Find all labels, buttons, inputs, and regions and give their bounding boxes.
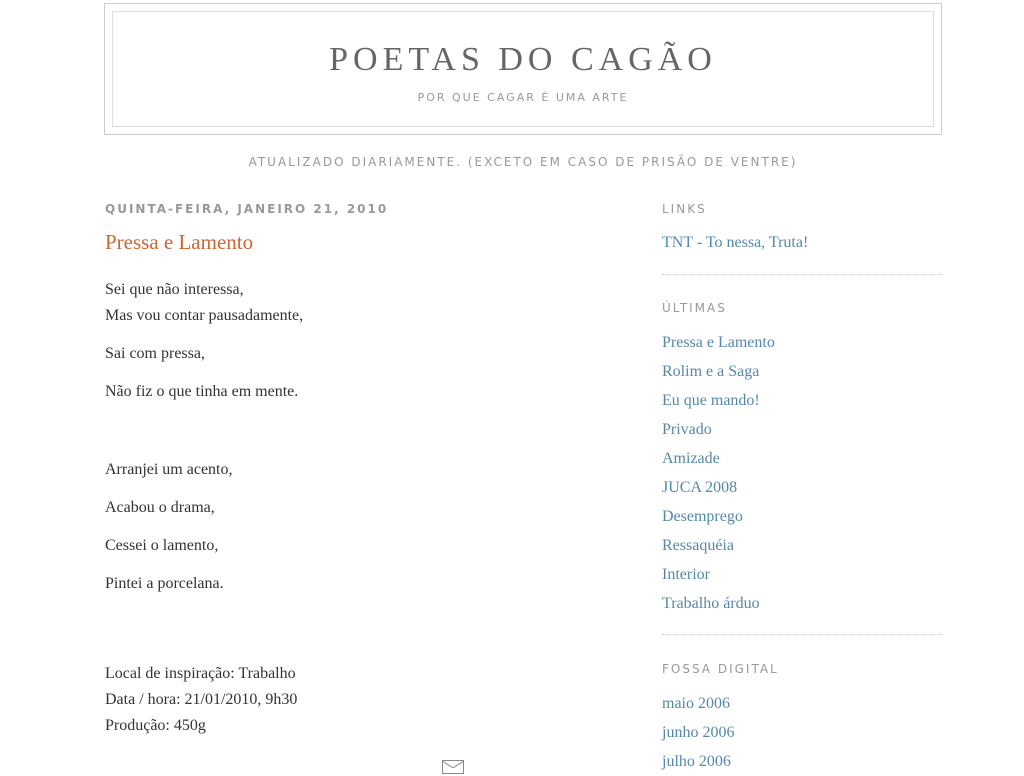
recent-post-item[interactable]: Trabalho árduo — [662, 589, 942, 618]
recent-post-link[interactable]: Rolim e a Saga — [662, 363, 759, 380]
archive-link[interactable]: maio 2006 — [662, 695, 730, 712]
recent-post-link[interactable]: Desemprego — [662, 508, 743, 525]
recent-post-item[interactable]: Privado — [662, 415, 942, 444]
post-line: Data / hora: 21/01/2010, 9h30 — [105, 691, 298, 708]
post-line: Pintei a porcelana. — [105, 575, 224, 592]
post-line: Produção: 450g — [105, 717, 206, 734]
blog-subtitle: POR QUE CAGAR É UMA ARTE — [417, 91, 629, 104]
post-line: Sai com pressa, — [105, 345, 205, 362]
recent-post-link[interactable]: JUCA 2008 — [662, 479, 737, 496]
main-column: QUINTA-FEIRA, JANEIRO 21, 2010 Pressa e … — [105, 202, 575, 739]
header-inner-border: POETAS DO CAGÃO POR QUE CAGAR É UMA ARTE — [112, 11, 934, 127]
sidebar-link-item[interactable]: TNT - To nessa, Truta! — [662, 228, 942, 257]
post-line: Cessei o lamento, — [105, 537, 219, 554]
recent-post-item[interactable]: Rolim e a Saga — [662, 357, 942, 386]
header-box: POETAS DO CAGÃO POR QUE CAGAR É UMA ARTE — [104, 3, 942, 135]
archive-link[interactable]: julho 2006 — [662, 753, 731, 770]
archive-item[interactable]: junho 2006 — [662, 718, 942, 747]
post-line: Sei que não interessa, — [105, 281, 244, 298]
recent-post-link[interactable]: Trabalho árduo — [662, 595, 760, 612]
sidebar-heading-ultimas: ÚLTIMAS — [662, 301, 727, 315]
recent-post-link[interactable]: Pressa e Lamento — [662, 334, 775, 351]
post-line: Mas vou contar pausadamente, — [105, 307, 304, 324]
recent-post-item[interactable]: JUCA 2008 — [662, 473, 942, 502]
post-line: Arranjei um acento, — [105, 461, 233, 478]
post-line: Acabou o drama, — [105, 499, 215, 516]
archive-item[interactable]: maio 2006 — [662, 689, 942, 718]
sidebar-heading-links: LINKS — [662, 202, 707, 216]
blog-tagline: ATUALIZADO DIARIAMENTE. (EXCETO EM CASO … — [248, 155, 798, 169]
sidebar: LINKS TNT - To nessa, Truta! ÚLTIMAS Pre… — [662, 202, 942, 776]
recent-post-item[interactable]: Desemprego — [662, 502, 942, 531]
recent-post-item[interactable]: Ressaquéia — [662, 531, 942, 560]
recent-post-item[interactable]: Eu que mando! — [662, 386, 942, 415]
sidebar-heading-fossa-digital: FOSSA DIGITAL — [662, 662, 779, 676]
recent-post-link[interactable]: Privado — [662, 421, 712, 438]
recent-post-link[interactable]: Ressaquéia — [662, 537, 734, 554]
post-line: Local de inspiração: Trabalho — [105, 665, 296, 682]
post-body: Sei que não interessa, Mas vou contar pa… — [105, 277, 575, 739]
links-list: TNT - To nessa, Truta! — [662, 228, 942, 257]
archive-item[interactable]: julho 2006 — [662, 747, 942, 776]
archive-list: maio 2006 junho 2006 julho 2006 — [662, 689, 942, 776]
recent-post-item[interactable]: Amizade — [662, 444, 942, 473]
recent-post-link[interactable]: Amizade — [662, 450, 720, 467]
archive-link[interactable]: junho 2006 — [662, 724, 734, 741]
recent-post-link[interactable]: Interior — [662, 566, 710, 583]
sidebar-divider — [662, 634, 942, 635]
recent-post-item[interactable]: Pressa e Lamento — [662, 328, 942, 357]
post-title[interactable]: Pressa e Lamento — [105, 230, 575, 255]
sidebar-divider — [662, 274, 942, 275]
blog-title[interactable]: POETAS DO CAGÃO — [113, 41, 933, 79]
recent-post-item[interactable]: Interior — [662, 560, 942, 589]
post-line: Não fiz o que tinha em mente. — [105, 383, 299, 400]
sidebar-link[interactable]: TNT - To nessa, Truta! — [662, 234, 808, 251]
recent-post-link[interactable]: Eu que mando! — [662, 392, 760, 409]
post-date: QUINTA-FEIRA, JANEIRO 21, 2010 — [105, 202, 389, 216]
recent-posts-list: Pressa e Lamento Rolim e a Saga Eu que m… — [662, 328, 942, 618]
email-post-icon[interactable] — [442, 760, 464, 774]
